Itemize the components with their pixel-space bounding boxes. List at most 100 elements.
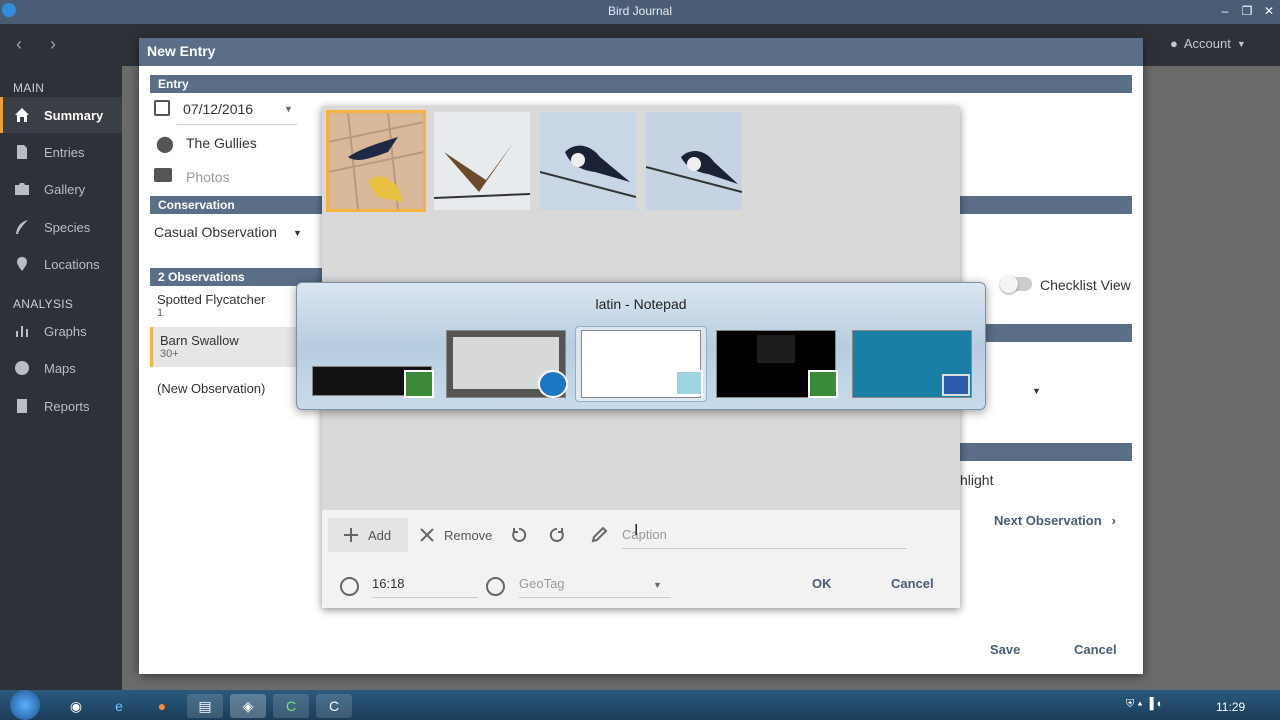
sidebar-header-analysis: ANALYSIS bbox=[13, 297, 74, 311]
next-observation-label: Next Observation bbox=[994, 513, 1102, 528]
start-button[interactable] bbox=[10, 690, 40, 720]
sidebar-item-summary[interactable]: Summary bbox=[0, 97, 122, 133]
maximize-icon[interactable]: ❐ bbox=[1237, 2, 1257, 20]
observation-count: 30+ bbox=[160, 348, 179, 360]
sidebar-item-reports[interactable]: Reports bbox=[0, 388, 122, 424]
back-arrow-icon[interactable]: ‹ bbox=[16, 34, 22, 55]
rotate-right-icon bbox=[549, 527, 564, 542]
account-label: Account bbox=[1183, 36, 1231, 51]
sidebar-item-label: Species bbox=[44, 219, 91, 235]
account-menu[interactable]: ● Account ▼ bbox=[1170, 36, 1246, 51]
close-icon bbox=[420, 528, 434, 542]
rotate-left-icon bbox=[512, 527, 527, 542]
dialog-title: New Entry bbox=[139, 38, 1143, 66]
tray-icons[interactable]: ⛨ ▴ ▐ ◐ bbox=[1126, 698, 1163, 711]
page-number: 1 bbox=[1159, 553, 1166, 565]
sidebar-item-species[interactable]: Species bbox=[0, 209, 122, 245]
photo-cancel-button[interactable]: Cancel bbox=[891, 576, 934, 591]
window-titlebar: Bird Journal bbox=[0, 0, 1280, 24]
camtasia-icon bbox=[404, 370, 434, 398]
sidebar-item-label: Graphs bbox=[44, 323, 87, 339]
section-bar-right-3 bbox=[960, 443, 1132, 461]
add-photo-button[interactable]: Add bbox=[328, 518, 408, 552]
photo-thumbnail-selected[interactable] bbox=[326, 110, 426, 212]
taskbar-clock[interactable]: 11:29 bbox=[1216, 700, 1245, 714]
geotag-icon bbox=[486, 577, 505, 596]
observation-count: 1 bbox=[157, 307, 164, 319]
dropdown-icon[interactable]: ▼ bbox=[1032, 386, 1041, 396]
text-cursor-icon: I bbox=[634, 522, 639, 539]
observation-name: Barn Swallow bbox=[160, 333, 239, 348]
time-field[interactable]: 16:18 bbox=[372, 576, 478, 598]
notepad-taskbar-icon[interactable]: ▤ bbox=[187, 694, 223, 718]
date-underline bbox=[177, 124, 297, 125]
photo-thumbnail[interactable] bbox=[434, 112, 530, 210]
chrome-icon[interactable]: ◉ bbox=[58, 694, 94, 718]
chevron-down-icon: ▼ bbox=[1236, 38, 1246, 49]
conservation-section-header: Conservation bbox=[150, 196, 322, 214]
feather-icon bbox=[16, 220, 28, 234]
cancel-button[interactable]: Cancel bbox=[1074, 642, 1117, 657]
bird-journal-icon bbox=[538, 370, 568, 398]
sidebar-item-label: Locations bbox=[44, 256, 100, 272]
date-field[interactable]: 07/12/2016 bbox=[183, 101, 253, 117]
rotate-right-button[interactable] bbox=[548, 518, 574, 552]
camtasia-icon bbox=[808, 370, 838, 398]
observations-section-header: 2 Observations bbox=[150, 268, 322, 286]
remove-label: Remove bbox=[444, 527, 493, 543]
highlight-label: hlight bbox=[960, 472, 994, 488]
switcher-title: latin - Notepad bbox=[595, 296, 687, 312]
close-icon[interactable]: ✕ bbox=[1259, 2, 1279, 20]
caption-input[interactable]: Caption bbox=[622, 527, 907, 549]
toggle-knob[interactable] bbox=[1000, 275, 1018, 293]
photos-field[interactable]: Photos bbox=[186, 169, 230, 185]
photo-thumbnail[interactable] bbox=[540, 112, 636, 210]
ie-icon[interactable]: e bbox=[101, 694, 137, 718]
sidebar-item-maps[interactable]: Maps bbox=[0, 350, 122, 386]
date-dropdown-icon[interactable]: ▼ bbox=[284, 104, 293, 114]
camtasia-recorder-taskbar-icon[interactable]: C bbox=[316, 694, 352, 718]
sidebar-item-locations[interactable]: Locations bbox=[0, 246, 122, 282]
camera-icon bbox=[15, 183, 29, 195]
sidebar-item-graphs[interactable]: Graphs bbox=[0, 313, 122, 349]
bird-journal-taskbar-icon[interactable]: ◈ bbox=[230, 694, 266, 718]
sidebar-header-main: MAIN bbox=[13, 81, 45, 95]
pin-icon bbox=[17, 257, 27, 271]
geotag-select[interactable]: GeoTag bbox=[519, 576, 671, 598]
location-pin-icon: ⬤ bbox=[156, 136, 174, 153]
observation-name: Spotted Flycatcher bbox=[157, 292, 266, 307]
sidebar-item-gallery[interactable]: Gallery bbox=[0, 171, 122, 207]
edit-caption-button[interactable] bbox=[590, 518, 616, 552]
forward-arrow-icon[interactable]: › bbox=[50, 34, 56, 55]
ok-button[interactable]: OK bbox=[812, 576, 832, 591]
user-icon: ● bbox=[1170, 36, 1178, 51]
save-button[interactable]: Save bbox=[990, 642, 1020, 657]
pencil-icon bbox=[591, 526, 608, 543]
plus-icon bbox=[344, 528, 358, 542]
firefox-icon[interactable]: ● bbox=[144, 694, 180, 718]
clock-icon bbox=[340, 577, 359, 596]
home-icon bbox=[15, 108, 29, 122]
sidebar-item-label: Gallery bbox=[44, 181, 86, 197]
sidebar-item-entries[interactable]: Entries bbox=[0, 134, 122, 170]
next-observation-button[interactable]: Next Observation › bbox=[994, 513, 1116, 528]
sidebar-item-label: Reports bbox=[44, 398, 90, 414]
conservation-dropdown-icon[interactable]: ▼ bbox=[293, 228, 302, 238]
rotate-left-button[interactable] bbox=[510, 518, 536, 552]
calendar-icon bbox=[154, 100, 170, 116]
location-field[interactable]: The Gullies bbox=[186, 135, 257, 151]
notepad-icon bbox=[675, 370, 703, 396]
remove-photo-button[interactable]: Remove bbox=[418, 518, 492, 552]
checklist-view-label: Checklist View bbox=[1040, 277, 1131, 293]
conservation-select[interactable]: Casual Observation bbox=[154, 224, 277, 240]
chart-icon bbox=[16, 326, 28, 337]
geotag-dropdown-icon[interactable]: ▼ bbox=[653, 580, 662, 590]
camtasia-taskbar-icon[interactable]: C bbox=[273, 694, 309, 718]
chevron-right-icon: › bbox=[1111, 513, 1116, 528]
minimize-icon[interactable]: – bbox=[1215, 2, 1235, 20]
sidebar-item-label: Entries bbox=[44, 144, 85, 160]
photo-thumbnail[interactable] bbox=[646, 112, 742, 210]
section-bar-right bbox=[960, 196, 1132, 214]
document-icon bbox=[17, 145, 27, 159]
sidebar-item-label: Maps bbox=[44, 360, 76, 376]
